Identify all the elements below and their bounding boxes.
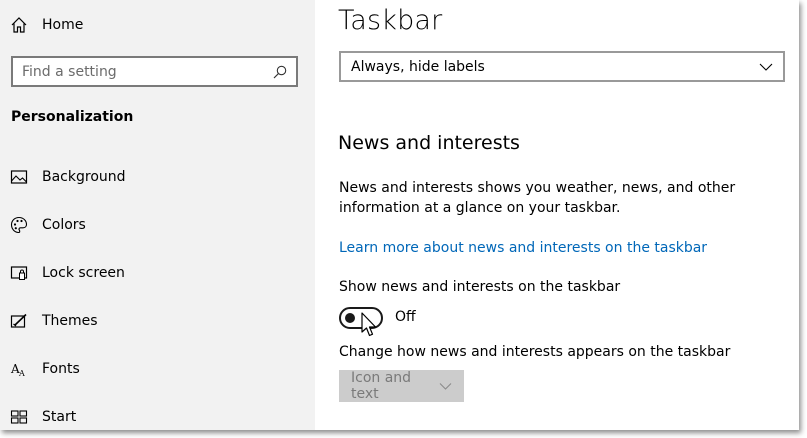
main-content: Taskbar Always, hide labels News and int… [315,0,799,430]
sidebar-item-label: Colors [42,217,86,233]
sidebar-item-colors[interactable]: Colors [10,213,86,237]
appearance-label: Change how news and interests appears on… [339,344,731,360]
page-title: Taskbar [338,5,443,36]
taskbar-labels-dropdown[interactable]: Always, hide labels [339,51,785,82]
sidebar-item-background[interactable]: Background [10,165,126,189]
themes-icon [10,313,27,328]
sidebar: Home Find a setting Personalization Back… [0,0,315,430]
home-nav-item[interactable]: Home [10,13,83,37]
search-placeholder: Find a setting [22,63,117,80]
appearance-value: Icon and text [351,370,412,402]
appearance-select[interactable]: Icon and text [339,370,464,402]
font-icon: A A [10,362,25,378]
sidebar-item-label: Background [42,169,126,185]
learn-more-link[interactable]: Learn more about news and interests on t… [339,240,707,256]
sidebar-item-label: Themes [42,313,98,329]
news-description: News and interests shows you weather, ne… [339,180,736,216]
toggle-state-label: Off [395,309,416,325]
lock-screen-icon [10,266,28,280]
svg-text:A: A [18,369,25,378]
mouse-cursor-icon [361,312,377,337]
sidebar-item-start[interactable]: Start [10,405,76,429]
chevron-down-icon [439,382,452,390]
sidebar-item-label: Start [42,409,77,425]
start-icon [10,410,28,424]
palette-icon [10,216,28,234]
sidebar-item-lock-screen[interactable]: Lock screen [10,261,125,285]
sidebar-item-fonts[interactable]: A A Fonts [10,357,80,381]
section-title: Personalization [11,109,134,125]
news-heading: News and interests [338,132,520,154]
sidebar-item-label: Fonts [42,361,80,377]
home-icon [11,17,27,33]
home-label: Home [42,17,84,33]
show-news-label: Show news and interests on the taskbar [339,279,621,295]
search-input[interactable]: Find a setting [11,56,298,87]
sidebar-item-themes[interactable]: Themes [10,309,98,333]
sidebar-item-label: Lock screen [42,265,125,281]
settings-window: Home Find a setting Personalization Back… [0,0,799,430]
dropdown-value: Always, hide labels [351,58,485,75]
picture-icon [10,170,28,184]
chevron-down-icon [759,63,773,71]
search-icon[interactable] [273,65,287,79]
toggle-knob [345,313,355,323]
